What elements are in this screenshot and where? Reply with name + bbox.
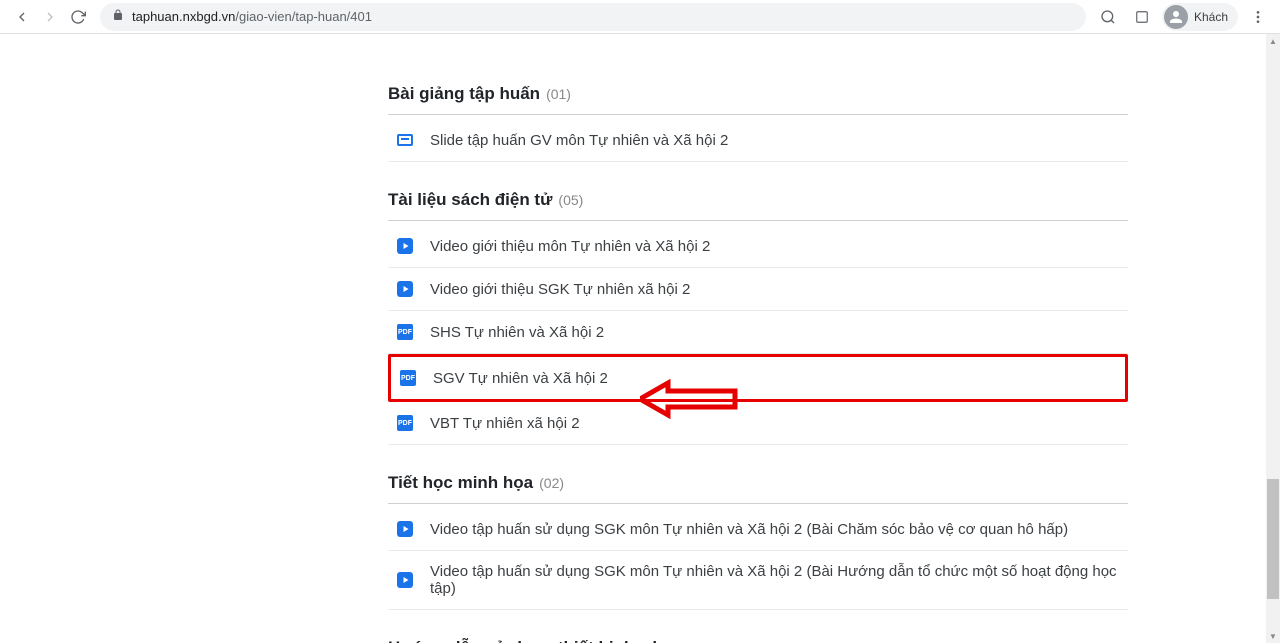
section-count: (05)	[558, 192, 583, 208]
list-item[interactable]: Video tập huấn sử dụng SGK môn Tự nhiên …	[388, 551, 1128, 610]
item-label: Slide tập huấn GV môn Tự nhiên và Xã hội…	[430, 132, 728, 149]
scrollbar[interactable]: ▲ ▼	[1266, 34, 1280, 643]
section-count: (02)	[539, 475, 564, 491]
item-label: VBT Tự nhiên xã hội 2	[430, 415, 580, 432]
video-icon	[396, 280, 414, 298]
arrow-annotation	[640, 378, 740, 420]
section: Bài giảng tập huấn (01) Slide tập huấn GV …	[388, 84, 1128, 162]
browser-right-controls: Khách	[1094, 3, 1272, 31]
section: Tài liệu sách điện tử (05) Video giới thiệ…	[388, 190, 1128, 445]
pdf-icon: PDF	[396, 323, 414, 341]
main-content: Bài giảng tập huấn (01) Slide tập huấn GV …	[388, 34, 1128, 643]
browser-toolbar: taphuan.nxbgd.vn/giao-vien/tap-huan/401 …	[0, 0, 1280, 34]
list-item[interactable]: PDF VBT Tự nhiên xã hội 2	[388, 402, 1128, 445]
scrollbar-up-icon[interactable]: ▲	[1266, 34, 1280, 48]
url-text: taphuan.nxbgd.vn/giao-vien/tap-huan/401	[132, 9, 372, 24]
content-area: Bài giảng tập huấn (01) Slide tập huấn GV …	[0, 34, 1280, 643]
pdf-icon: PDF	[399, 369, 417, 387]
forward-button[interactable]	[36, 3, 64, 31]
extensions-icon[interactable]	[1128, 3, 1156, 31]
section: Tiết học minh họa (02) Video tập huấn sử d…	[388, 473, 1128, 610]
zoom-icon[interactable]	[1094, 3, 1122, 31]
profile-badge[interactable]: Khách	[1162, 3, 1238, 31]
address-bar[interactable]: taphuan.nxbgd.vn/giao-vien/tap-huan/401	[100, 3, 1086, 31]
lock-icon	[112, 9, 124, 24]
section-header: Hướng dẫn sử dụng thiết bị dạy học(01)	[388, 638, 1128, 643]
item-label: Video tập huấn sử dụng SGK môn Tự nhiên …	[430, 563, 1120, 597]
section-count: (01)	[546, 86, 571, 102]
section-header: Tiết học minh họa (02)	[388, 473, 1128, 504]
section-header: Tài liệu sách điện tử (05)	[388, 190, 1128, 221]
slide-icon	[396, 131, 414, 149]
video-icon	[396, 520, 414, 538]
section-title: Bài giảng tập huấn	[388, 84, 540, 104]
item-label: Video giới thiệu SGK Tự nhiên xã hội 2	[430, 281, 690, 298]
list-item[interactable]: Video giới thiệu môn Tự nhiên và Xã hội …	[388, 225, 1128, 268]
profile-label: Khách	[1194, 10, 1228, 24]
pdf-icon: PDF	[396, 414, 414, 432]
back-button[interactable]	[8, 3, 36, 31]
list-item[interactable]: Video tập huấn sử dụng SGK môn Tự nhiên …	[388, 508, 1128, 551]
menu-icon[interactable]	[1244, 3, 1272, 31]
scrollbar-down-icon[interactable]: ▼	[1266, 629, 1280, 643]
avatar-icon	[1164, 5, 1188, 29]
section-header: Bài giảng tập huấn (01)	[388, 84, 1128, 115]
item-label: SHS Tự nhiên và Xã hội 2	[430, 324, 604, 341]
list-item[interactable]: PDF SHS Tự nhiên và Xã hội 2	[388, 311, 1128, 354]
list-item[interactable]: Video giới thiệu SGK Tự nhiên xã hội 2	[388, 268, 1128, 311]
video-icon	[396, 571, 414, 589]
section-title: Tiết học minh họa	[388, 473, 533, 493]
video-icon	[396, 237, 414, 255]
item-label: Video tập huấn sử dụng SGK môn Tự nhiên …	[430, 521, 1068, 538]
section: Hướng dẫn sử dụng thiết bị dạy học(01)	[388, 638, 1128, 643]
section-title: Hướng dẫn sử dụng thiết bị dạy học	[388, 638, 683, 643]
reload-button[interactable]	[64, 3, 92, 31]
list-item[interactable]: PDF SGV Tự nhiên và Xã hội 2	[388, 354, 1128, 402]
item-label: Video giới thiệu môn Tự nhiên và Xã hội …	[430, 238, 710, 255]
list-item[interactable]: Slide tập huấn GV môn Tự nhiên và Xã hội…	[388, 119, 1128, 162]
scrollbar-thumb[interactable]	[1267, 479, 1279, 599]
section-title: Tài liệu sách điện tử	[388, 190, 552, 210]
item-label: SGV Tự nhiên và Xã hội 2	[433, 370, 608, 387]
